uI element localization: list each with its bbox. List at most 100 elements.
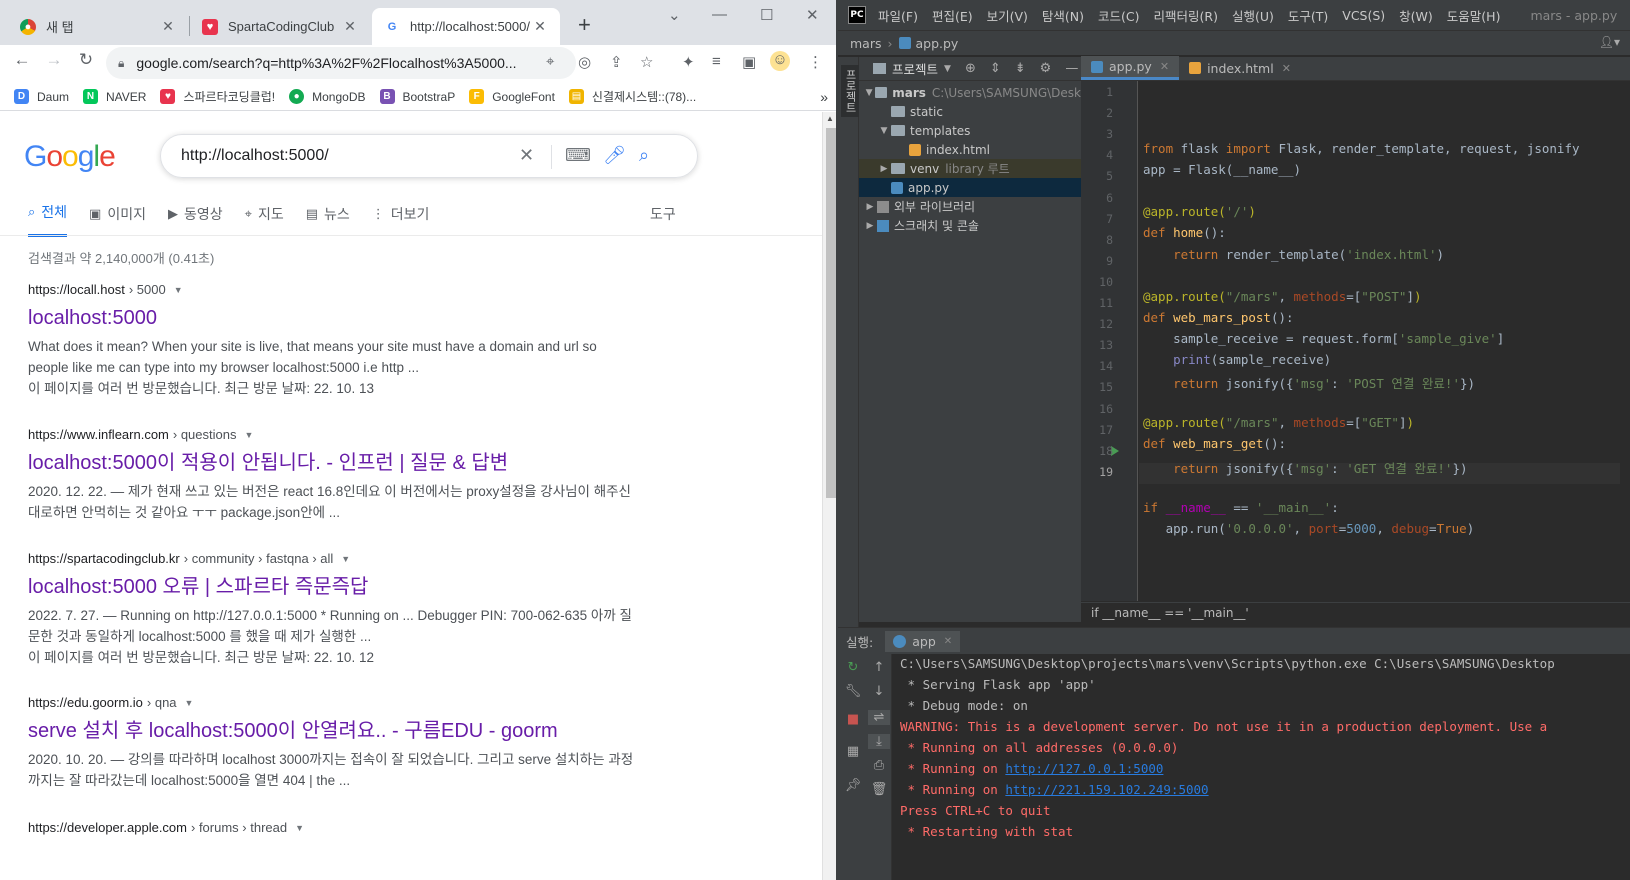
arrow-down-icon[interactable]: ↓ — [868, 684, 890, 699]
menu-vcs[interactable]: VCS(S) — [1342, 8, 1385, 23]
tab-videos[interactable]: ▶ 동영상 — [168, 202, 223, 237]
tracking-eye-icon[interactable]: ◎ — [578, 53, 591, 71]
code-line[interactable]: @app.route("/mars", methods=["GET"]) — [1143, 415, 1414, 430]
scrollbar-thumb[interactable] — [826, 128, 836, 498]
result-title-link[interactable]: localhost:5000 오류 | 스파르타 즉문즉답 — [28, 574, 638, 600]
gear-icon[interactable]: ⚙ — [1040, 61, 1052, 76]
menu-run[interactable]: 실행(U) — [1232, 6, 1274, 25]
code-line[interactable]: return jsonify({'msg': 'POST 연결 완료!'}) — [1143, 373, 1475, 392]
tab-spartacodingclub[interactable]: ♥ SpartaCodingClub ✕ — [190, 8, 370, 45]
tree-item-templates[interactable]: ▼ templates — [859, 121, 1081, 140]
console-link[interactable]: http://127.0.0.1:5000 — [1005, 761, 1163, 776]
menu-code[interactable]: 코드(C) — [1098, 6, 1139, 25]
microphone-icon[interactable]: 🎤︎ — [603, 145, 626, 166]
bookmark-googlefont[interactable]: F GoogleFont — [469, 89, 555, 104]
code-line[interactable]: def web_mars_get(): — [1143, 436, 1286, 451]
profile-avatar[interactable]: ☺ — [770, 51, 790, 71]
code-line[interactable]: from flask import Flask, render_template… — [1143, 141, 1580, 156]
extensions-icon[interactable]: ✦ — [682, 53, 695, 71]
media-icon[interactable]: ≡ — [712, 53, 721, 70]
tree-item-venv[interactable]: ▶ venv library 루트 — [859, 159, 1081, 178]
code-line[interactable]: @app.route("/mars", methods=["POST"]) — [1143, 289, 1422, 304]
tree-item-index-html[interactable]: index.html — [859, 140, 1081, 159]
bookmark-star-icon[interactable]: ☆ — [640, 53, 653, 71]
close-icon[interactable]: ✕ — [1160, 60, 1169, 73]
search-icon[interactable]: ⌕ — [639, 145, 649, 166]
menu-file[interactable]: 파일(F) — [878, 6, 918, 25]
code-line[interactable]: @app.route('/') — [1143, 204, 1256, 219]
collapse-all-icon[interactable]: ⇟ — [1015, 61, 1026, 76]
menu-help[interactable]: 도움말(H) — [1447, 6, 1501, 25]
result-cite[interactable]: https://developer.apple.com › forums › th… — [28, 820, 638, 835]
tab-more[interactable]: ⋮ 더보기 — [372, 202, 430, 237]
scroll-to-end-icon[interactable]: ⤓ — [868, 734, 890, 749]
layout-icon[interactable]: ▦ — [842, 744, 864, 759]
close-icon[interactable]: ✕ — [532, 18, 548, 35]
tab-news[interactable]: ▤ 뉴스 — [306, 202, 350, 237]
chevron-right-icon[interactable]: ▶ — [863, 221, 877, 231]
chevron-down-icon[interactable]: ▼ — [944, 64, 951, 74]
maximize-button[interactable]: ☐ — [760, 6, 773, 24]
minimize-button[interactable]: — — [712, 6, 727, 23]
reload-icon[interactable]: ↻ — [74, 50, 98, 70]
bookmark-bootstrap[interactable]: B BootstraP — [379, 89, 455, 104]
tools-button[interactable]: 도구 — [650, 204, 676, 224]
code-breadcrumb[interactable]: if __name__ == '__main__' — [1081, 602, 1630, 622]
print-icon[interactable]: ⎙ — [868, 758, 890, 773]
menu-window[interactable]: 창(W) — [1399, 6, 1433, 25]
code-line[interactable]: print(sample_receive) — [1143, 352, 1331, 367]
bookmark-naver[interactable]: N NAVER — [83, 89, 146, 104]
side-panel-icon[interactable]: ▣ — [742, 53, 756, 71]
search-box[interactable]: http://localhost:5000/ ✕ ⌨ 🎤︎ ⌕ — [160, 134, 698, 178]
result-cite[interactable]: https://spartacodingclub.kr › community ›… — [28, 551, 638, 566]
lock-icon[interactable]: 🔒︎ — [118, 56, 124, 71]
share-icon[interactable]: ⇪ — [610, 53, 623, 71]
google-logo[interactable]: Google — [24, 140, 116, 174]
back-icon[interactable]: ← — [10, 50, 34, 70]
chevron-down-icon[interactable]: ▼ — [174, 285, 183, 295]
more-bookmarks-icon[interactable]: » — [820, 89, 828, 105]
tree-item-static[interactable]: static — [859, 102, 1081, 121]
result-title-link[interactable]: serve 설치 후 localhost:5000이 안열려요.. - 구름ED… — [28, 718, 638, 744]
chevron-down-icon[interactable]: ▼ — [244, 430, 253, 440]
result-title-link[interactable]: localhost:5000 — [28, 305, 638, 331]
tab-localhost-search[interactable]: G http://localhost:5000/ ✕ — [372, 8, 560, 45]
close-icon[interactable]: ✕ — [160, 18, 176, 35]
editor-tab-index-html[interactable]: index.html ✕ — [1179, 56, 1301, 80]
trash-icon[interactable]: 🗑︎ — [868, 782, 890, 797]
project-view-dropdown[interactable]: 프로젝트 — [892, 59, 938, 78]
code-line[interactable]: return jsonify({'msg': 'GET 연결 완료!'}) — [1143, 458, 1467, 477]
address-bar[interactable]: 🔒︎ google.com/search?q=http%3A%2F%2Floca… — [106, 47, 576, 79]
locate-icon[interactable]: ⊕ — [965, 61, 976, 76]
tree-item-app-py[interactable]: app.py — [859, 178, 1081, 197]
arrow-up-icon[interactable]: ↑ — [868, 660, 890, 675]
pin-icon[interactable]: 📌︎ — [842, 778, 864, 793]
new-tab-button[interactable]: + — [578, 12, 591, 38]
chevron-down-icon[interactable]: ▼ — [341, 554, 350, 564]
chevron-down-icon[interactable]: ▼ — [877, 126, 891, 136]
clear-icon[interactable]: ✕ — [519, 145, 534, 166]
code-editor[interactable]: app.py ✕ index.html ✕ from flask import Fl… — [1081, 56, 1630, 622]
result-cite[interactable]: https://www.inflearn.com › questions ▼ — [28, 427, 638, 442]
close-icon[interactable]: ✕ — [342, 18, 358, 35]
chevron-down-icon[interactable]: ▼ — [295, 823, 304, 833]
wrench-icon[interactable]: 🔧︎ — [842, 684, 864, 699]
breadcrumb-file[interactable]: app.py — [916, 36, 959, 51]
close-icon[interactable]: ✕ — [1282, 62, 1291, 75]
scroll-up-icon[interactable]: ▲ — [826, 114, 834, 123]
tab-search-icon[interactable]: ⌄ — [668, 6, 681, 24]
code-line[interactable]: app = Flask(__name__) — [1143, 162, 1301, 177]
chevron-right-icon[interactable]: ▶ — [877, 164, 891, 174]
keyboard-icon[interactable]: ⌨ — [565, 145, 591, 166]
code-line[interactable]: return render_template('index.html') — [1143, 247, 1444, 262]
hide-icon[interactable]: — — [1065, 61, 1078, 76]
close-window-button[interactable]: ✕ — [806, 6, 819, 24]
soft-wrap-icon[interactable]: ⇌ — [868, 710, 890, 725]
forward-icon[interactable]: → — [42, 50, 66, 70]
menu-kebab-icon[interactable]: ⋮ — [808, 53, 823, 71]
tree-item-mars[interactable]: ▼ mars C:\Users\SAMSUNG\Desk — [859, 83, 1081, 102]
tab-maps[interactable]: ⌖ 지도 — [245, 202, 284, 237]
result-cite[interactable]: https://edu.goorm.io › qna ▼ — [28, 695, 638, 710]
chevron-right-icon[interactable]: ▶ — [863, 202, 877, 212]
bookmark-payment[interactable]: ▤ 신결제시스템::(78)... — [568, 88, 696, 105]
